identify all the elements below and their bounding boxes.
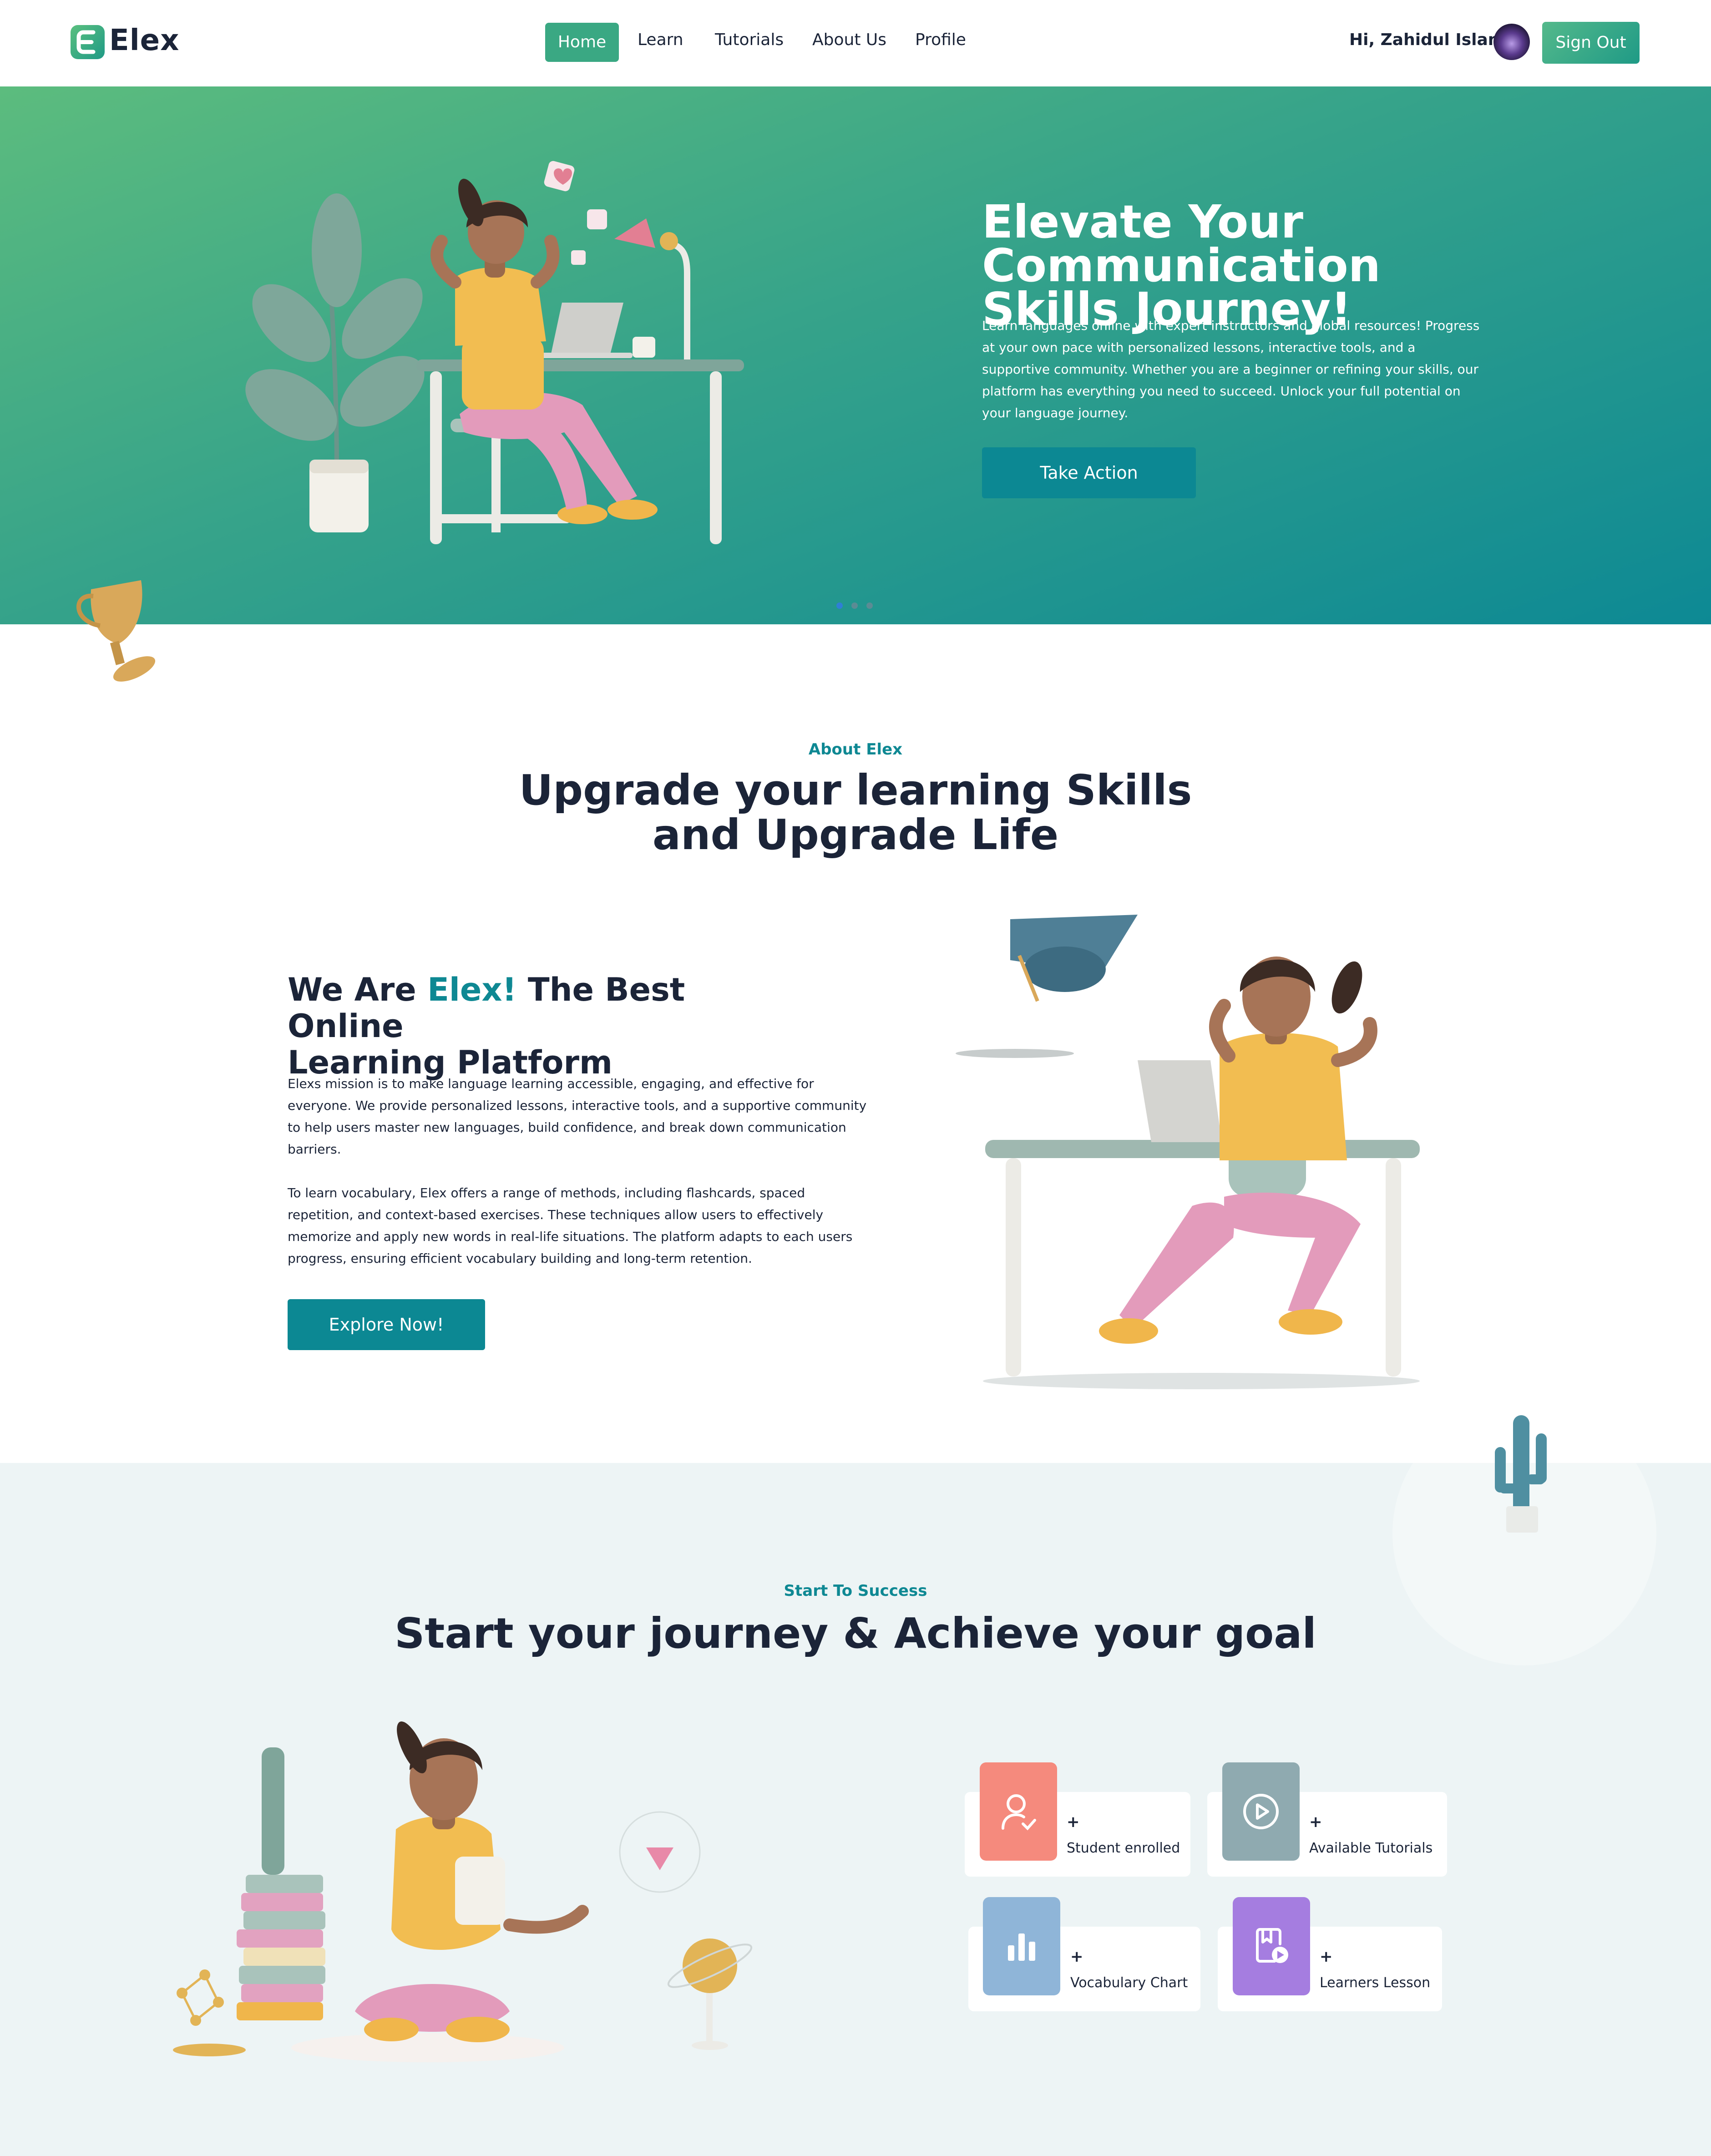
globe-illustration (667, 1938, 753, 2050)
books-stack-illustration (237, 1747, 325, 2020)
stat-label-lessons: Learners Lesson (1320, 1975, 1431, 1991)
plant-illustration (245, 193, 425, 532)
stat-label-students: Student enrolled (1067, 1840, 1180, 1856)
stat-label-vocabulary: Vocabulary Chart (1070, 1975, 1188, 1991)
avatar[interactable] (1493, 24, 1530, 60)
hero-illustration (245, 161, 744, 544)
user-greeting: Hi, Zahidul Islam (1349, 30, 1505, 49)
user-check-icon (980, 1762, 1057, 1861)
stat-value-vocabulary: + (1070, 1948, 1083, 1966)
graduation-cap-illustration (956, 915, 1138, 1058)
about-eyebrow: About Elex (808, 740, 903, 759)
student-girl-illustration (430, 178, 658, 524)
stat-value-lessons: + (1320, 1948, 1333, 1966)
stat-value-tutorials: + (1309, 1813, 1322, 1831)
hero-description: Learn languages online with expert instr… (982, 318, 1480, 420)
nav-link-profile[interactable]: Profile (915, 30, 966, 49)
play-circle-icon (1222, 1762, 1300, 1861)
meditating-girl-illustration (291, 1721, 701, 2062)
about-paragraph-2: To learn vocabulary, Elex offers a range… (288, 1185, 853, 1266)
nav-link-learn[interactable]: Learn (638, 30, 683, 49)
carousel-dot-2[interactable] (851, 602, 858, 609)
about-illustration (956, 915, 1420, 1389)
logo-icon[interactable] (71, 25, 105, 59)
molecule-illustration (173, 1969, 246, 2056)
nav-link-about[interactable]: About Us (812, 30, 886, 49)
brand-accent-text: Elex! (427, 971, 517, 1008)
trophy-icon (76, 580, 156, 682)
carousel-dot-3[interactable] (866, 602, 873, 609)
journey-title: Start your journey & Achieve your goal (395, 1609, 1316, 1658)
hero-title: Elevate Your Communication Skills Journe… (982, 195, 1381, 336)
nav-link-tutorials[interactable]: Tutorials (715, 30, 784, 49)
cactus-icon (1495, 1415, 1547, 1533)
journey-illustration (173, 1721, 753, 2062)
sign-out-button[interactable]: Sign Out (1542, 22, 1640, 64)
nav-link-home[interactable]: Home (545, 23, 619, 62)
about-heading: We Are Elex! The Best Online Learning Pl… (288, 971, 685, 1081)
video-lesson-icon (1233, 1897, 1310, 1995)
take-action-button[interactable]: Take Action (982, 447, 1196, 498)
explore-now-button[interactable]: Explore Now! (288, 1299, 485, 1350)
logo-text[interactable]: Elex (109, 24, 179, 57)
carousel-dot-1[interactable] (836, 602, 843, 609)
stat-label-tutorials: Available Tutorials (1309, 1840, 1433, 1856)
journey-eyebrow: Start To Success (784, 1582, 927, 1600)
about-title: Upgrade your learning Skills and Upgrade… (519, 766, 1192, 859)
about-paragraph-1: Elexs mission is to make language learni… (288, 1076, 867, 1157)
stat-value-students: + (1067, 1813, 1080, 1831)
bar-chart-icon (983, 1897, 1060, 1995)
